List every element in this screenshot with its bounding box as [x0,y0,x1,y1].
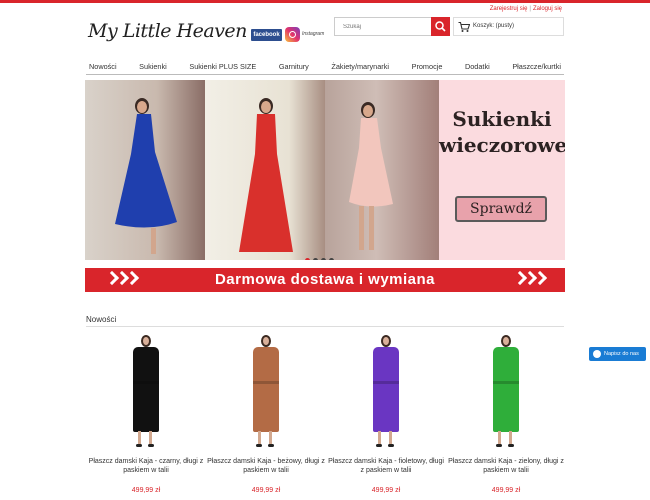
top-accent-line [0,0,650,3]
search-button[interactable] [431,17,450,36]
search-icon [435,21,446,32]
nav-item-plaszcze[interactable]: Płaszcze/kurtki [509,60,564,74]
nav-item-nowosci[interactable]: Nowości [86,60,120,74]
product-price: 499,99 zł [371,487,401,494]
messenger-chat-button[interactable]: Napisz do nas [589,347,646,361]
instagram-icon[interactable] [285,27,300,42]
nav-item-zakiety[interactable]: Żakiety/marynarki [328,60,392,74]
product-name[interactable]: Płaszcz damski Kaja - czarny, długi z pa… [86,457,206,475]
product-card[interactable]: Płaszcz damski Kaja - fioletowy, długi z… [326,330,446,500]
cart-icon [458,21,470,32]
slider-dot[interactable] [329,258,334,260]
product-card[interactable]: Płaszcz damski Kaja - zielony, długi z p… [446,330,566,500]
product-price: 499,99 zł [131,487,161,494]
account-links: Zarejestruj się | Zaloguj się [490,6,562,12]
main-nav: Nowości Sukienki Sukienki PLUS SIZE Garn… [86,60,564,75]
slider-dot[interactable] [313,258,318,260]
facebook-button[interactable]: facebook [251,29,282,41]
slider-dot[interactable] [305,258,310,260]
product-image[interactable] [364,334,408,454]
product-image[interactable] [244,334,288,454]
free-shipping-text: Darmowa dostawa i wymiana [214,271,436,288]
banner-photo-red-dress [205,80,325,260]
banner-photo-pink-dress [325,80,439,260]
product-image[interactable] [484,334,528,454]
hero-banner[interactable]: Sukienki wieczorowe Sprawdź [85,80,565,260]
banner-photo-blue-dress [85,80,205,260]
free-shipping-banner[interactable]: Darmowa dostawa i wymiana [85,268,565,292]
banner-title-line2: wieczorowe [439,133,565,157]
product-name[interactable]: Płaszcz damski Kaja - beżowy, długi z pa… [206,457,326,475]
site-logo[interactable]: My Little Heaven [88,14,248,54]
section-divider [86,326,564,327]
nav-item-sukienki-plus-size[interactable]: Sukienki PLUS SIZE [186,60,259,74]
nav-item-sukienki[interactable]: Sukienki [136,60,170,74]
product-grid: Płaszcz damski Kaja - czarny, długi z pa… [86,330,566,500]
product-name[interactable]: Płaszcz damski Kaja - zielony, długi z p… [446,457,566,475]
register-link[interactable]: Zarejestruj się [490,6,528,12]
banner-title: Sukienki wieczorowe [439,106,565,158]
product-price: 499,99 zł [491,487,521,494]
messenger-icon [593,350,601,358]
product-image[interactable] [124,334,168,454]
link-separator: | [529,6,531,12]
messenger-label: Napisz do nas [604,351,639,357]
instagram-label[interactable]: Instagram [302,31,324,37]
banner-title-line1: Sukienki [452,107,552,131]
cart-label: Koszyk: (pusty) [473,23,515,29]
product-name[interactable]: Płaszcz damski Kaja - fioletowy, długi z… [326,457,446,475]
nav-item-promocje[interactable]: Promocje [409,60,446,74]
nav-item-garnitury[interactable]: Garnitury [276,60,312,74]
product-card[interactable]: Płaszcz damski Kaja - czarny, długi z pa… [86,330,206,500]
banner-cta-button[interactable]: Sprawdź [455,196,547,222]
slider-dot[interactable] [321,258,326,260]
slider-dots [305,250,337,260]
product-price: 499,99 zł [251,487,281,494]
cart-box[interactable]: Koszyk: (pusty) [453,17,564,36]
login-link[interactable]: Zaloguj się [533,6,562,12]
product-card[interactable]: Płaszcz damski Kaja - beżowy, długi z pa… [206,330,326,500]
section-title: Nowości [86,315,117,324]
logo-text: My Little Heaven [88,20,247,42]
nav-item-dodatki[interactable]: Dodatki [462,60,493,74]
